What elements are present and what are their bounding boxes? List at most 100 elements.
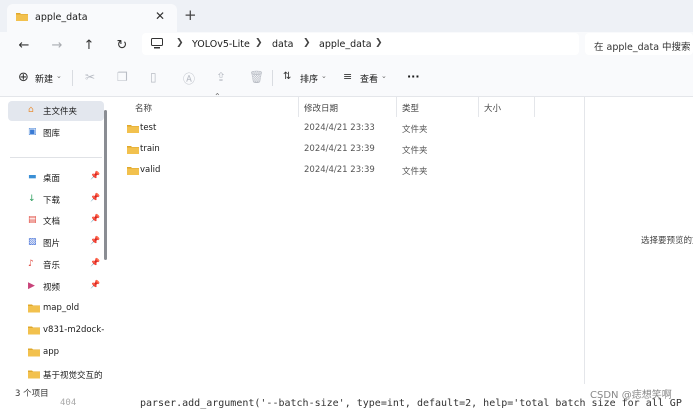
tab-apple-data[interactable]: apple_data ✕ <box>7 4 177 32</box>
new-button[interactable]: 新建 <box>35 72 53 85</box>
home-icon: ⌂ <box>28 105 34 115</box>
breadcrumb-yolov5-lite[interactable]: YOLOv5-Lite <box>192 39 250 50</box>
tab-title: apple_data <box>35 12 88 23</box>
refresh-icon[interactable]: ↻ <box>111 36 133 56</box>
sidebar-item[interactable]: map_old <box>8 299 104 319</box>
rename-icon[interactable]: Ⓐ <box>183 70 195 87</box>
pin-icon[interactable]: 📌 <box>90 236 100 245</box>
background-line-number: 404 <box>60 398 77 408</box>
sidebar-item-label: map_old <box>43 303 80 313</box>
sidebar-item[interactable]: ↓ 下载 📌 <box>8 190 104 210</box>
chevron-right-icon: ❯ <box>375 38 383 48</box>
preview-pane: 选择要预览的文 <box>584 97 693 384</box>
item-count: 3 个项目 <box>15 389 49 399</box>
sort-icon: ⇅ <box>283 71 292 82</box>
folder-icon <box>28 326 40 335</box>
plus-circle-icon: ⊕ <box>18 70 29 85</box>
divider <box>272 70 273 86</box>
chevron-down-icon: ⌄ <box>321 72 327 80</box>
download-icon: ↓ <box>28 194 36 204</box>
file-name: test <box>140 123 157 133</box>
sidebar-item[interactable]: ▧ 图片 📌 <box>8 233 104 253</box>
sidebar-item[interactable]: ⌂ 主文件夹 <box>8 101 104 121</box>
pin-icon[interactable]: 📌 <box>90 280 100 289</box>
more-options-button[interactable]: ··· <box>407 70 420 83</box>
pin-icon[interactable]: 📌 <box>90 193 100 202</box>
sidebar-item-label: v831-m2dock- <box>43 325 105 335</box>
file-row[interactable]: valid 2024/4/21 23:39 文件夹 <box>120 161 580 181</box>
file-type: 文件夹 <box>402 146 428 156</box>
column-header-type[interactable]: 类型 <box>402 102 419 114</box>
folder-icon <box>16 13 28 21</box>
video-icon: ▶ <box>28 281 35 291</box>
divider <box>10 157 102 158</box>
music-icon: ♪ <box>28 259 34 269</box>
sort-indicator-icon: ⌃ <box>214 92 221 101</box>
document-icon: ▤ <box>28 215 37 225</box>
pin-icon[interactable]: 📌 <box>90 171 100 180</box>
sidebar-item-label: 图库 <box>43 129 61 139</box>
folder-icon <box>28 348 40 357</box>
sidebar-item[interactable]: ♪ 音乐 📌 <box>8 255 104 275</box>
folder-icon <box>127 167 139 175</box>
sidebar-item-label: 主文件夹 <box>43 107 78 117</box>
cut-icon[interactable]: ✂ <box>85 70 95 84</box>
file-row[interactable]: train 2024/4/21 23:39 文件夹 <box>120 140 580 160</box>
sidebar-item[interactable]: app <box>8 343 104 363</box>
file-row[interactable]: test 2024/4/21 23:33 文件夹 <box>120 119 580 139</box>
sidebar-item-label: 基于视觉交互的 <box>43 371 103 381</box>
computer-icon <box>151 38 163 49</box>
up-icon[interactable]: ↑ <box>78 36 100 56</box>
pin-icon[interactable]: 📌 <box>90 214 100 223</box>
chevron-down-icon: ⌄ <box>381 72 387 80</box>
file-name: valid <box>140 165 161 175</box>
command-bar: ⊕ 新建 ⌄ ✂ ❐ ▯ Ⓐ ⇪ 🗑 ⇅ 排序 ⌄ ≡ 查看 ⌄ ··· <box>0 60 693 97</box>
breadcrumb-apple-data[interactable]: apple_data <box>319 39 372 50</box>
forward-icon[interactable]: → <box>46 36 68 56</box>
column-header-size[interactable]: 大小 <box>484 102 501 114</box>
file-type: 文件夹 <box>402 167 428 177</box>
file-list: ⌃ 名称 修改日期 类型 大小 test 2024/4/21 23:33 文件夹 tr… <box>110 92 584 384</box>
file-date: 2024/4/21 23:33 <box>304 123 375 133</box>
breadcrumb-data[interactable]: data <box>272 39 293 50</box>
file-name: train <box>140 144 160 154</box>
picture-icon: ▧ <box>28 237 37 247</box>
sidebar-item[interactable]: ▤ 文档 📌 <box>8 211 104 231</box>
sidebar-item[interactable]: 基于视觉交互的 <box>8 365 104 385</box>
sidebar-item-label: app <box>43 347 59 357</box>
delete-icon[interactable]: 🗑 <box>249 70 264 84</box>
sidebar-scrollbar[interactable] <box>104 110 107 260</box>
chevron-right-icon: ❯ <box>176 38 184 48</box>
share-icon[interactable]: ⇪ <box>216 70 226 84</box>
back-icon[interactable]: ← <box>13 36 35 56</box>
column-divider <box>534 97 535 117</box>
view-button[interactable]: 查看 <box>360 72 378 85</box>
gallery-icon: ▣ <box>28 127 37 137</box>
file-date: 2024/4/21 23:39 <box>304 144 375 154</box>
new-tab-button[interactable]: + <box>184 6 197 24</box>
search-input[interactable]: 在 apple_data 中搜索 <box>585 33 693 55</box>
close-icon[interactable]: ✕ <box>155 9 165 23</box>
folder-icon <box>28 370 40 379</box>
status-bar: 3 个项目 404 parser.add_argument('--batch-s… <box>0 384 693 409</box>
pin-icon[interactable]: 📌 <box>90 258 100 267</box>
sidebar-item[interactable]: v831-m2dock- <box>8 321 104 341</box>
column-divider <box>298 97 299 117</box>
sidebar-item[interactable]: ▶ 视频 📌 <box>8 277 104 297</box>
column-divider <box>478 97 479 117</box>
paste-icon[interactable]: ▯ <box>150 70 157 84</box>
address-bar[interactable]: ❯ YOLOv5-Lite ❯ data ❯ apple_data ❯ <box>142 33 579 55</box>
copy-icon[interactable]: ❐ <box>117 70 128 84</box>
file-type: 文件夹 <box>402 125 428 135</box>
file-date: 2024/4/21 23:39 <box>304 165 375 175</box>
folder-icon <box>28 304 40 313</box>
column-header-date[interactable]: 修改日期 <box>304 102 338 114</box>
column-header-name[interactable]: 名称 <box>135 102 152 114</box>
sidebar-item[interactable]: ▣ 图库 <box>8 123 104 143</box>
watermark: CSDN @痣想笑啊 <box>590 390 672 401</box>
column-divider <box>396 97 397 117</box>
sort-button[interactable]: 排序 <box>300 72 318 85</box>
folder-icon <box>127 146 139 154</box>
sidebar-item[interactable]: ▬ 桌面 📌 <box>8 168 104 188</box>
search-placeholder: 在 apple_data 中搜索 <box>594 42 691 53</box>
